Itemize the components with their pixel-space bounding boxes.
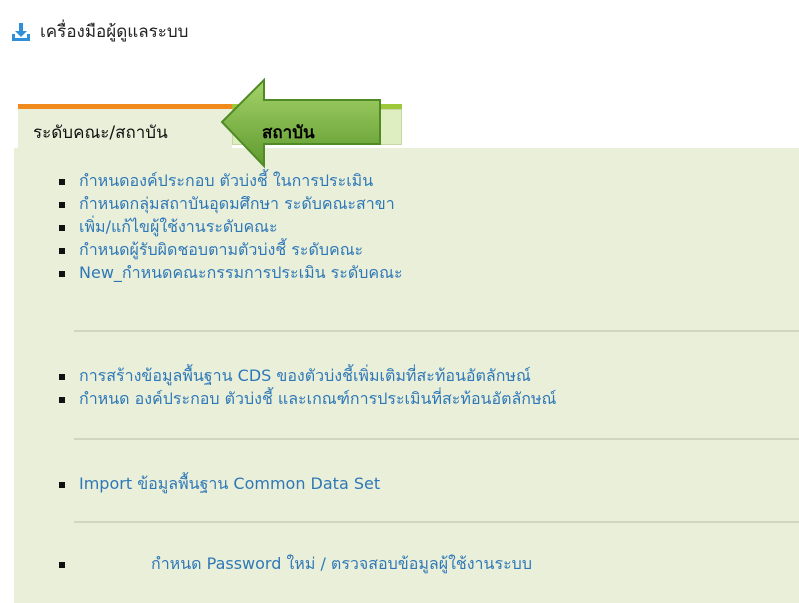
menu-link[interactable]: เพิ่ม/แก้ไขผู้ใช้งานระดับคณะ: [79, 215, 278, 240]
menu-link[interactable]: กำหนด องค์ประกอบ ตัวบ่งชี้ และเกณฑ์การปร…: [79, 387, 556, 412]
page-header: เครื่องมือผู้ดูแลระบบ: [10, 18, 188, 45]
list-item: กำหนดกลุ่มสถาบันอุดมศึกษา ระดับคณะสาขา: [59, 193, 403, 216]
list-item: กำหนดผู้รับผิดชอบตามตัวบ่งชี้ ระดับคณะ: [59, 239, 403, 262]
menu-group-4: กำหนด Password ใหม่ / ตรวจสอบข้อมูลผู้ใช…: [59, 553, 532, 576]
bullet-icon: [59, 481, 65, 488]
menu-group-2: การสร้างข้อมูลพื้นฐาน CDS ของตัวบ่งชี้เพ…: [59, 365, 556, 411]
list-item: การสร้างข้อมูลพื้นฐาน CDS ของตัวบ่งชี้เพ…: [59, 365, 556, 388]
page-title: เครื่องมือผู้ดูแลระบบ: [40, 22, 189, 42]
bullet-icon: [59, 201, 65, 208]
callout-label: สถาบัน: [262, 123, 315, 143]
list-item: เพิ่ม/แก้ไขผู้ใช้งานระดับคณะ: [59, 216, 403, 239]
menu-group-1: กำหนดองค์ประกอบ ตัวบ่งชี้ ในการประเมิน ก…: [59, 170, 403, 285]
separator: [74, 438, 799, 440]
separator: [74, 330, 799, 332]
bullet-icon: [59, 396, 65, 403]
menu-link[interactable]: Import ข้อมูลพื้นฐาน Common Data Set: [79, 472, 380, 497]
bullet-icon: [59, 178, 65, 185]
menu-group-3: Import ข้อมูลพื้นฐาน Common Data Set: [59, 473, 380, 496]
list-item: กำหนด องค์ประกอบ ตัวบ่งชี้ และเกณฑ์การปร…: [59, 388, 556, 411]
bullet-icon: [59, 270, 65, 277]
list-item: Import ข้อมูลพื้นฐาน Common Data Set: [59, 473, 380, 496]
tab-faculty-institution[interactable]: ระดับคณะ/สถาบัน: [18, 109, 232, 149]
menu-link[interactable]: กำหนดผู้รับผิดชอบตามตัวบ่งชี้ ระดับคณะ: [79, 238, 363, 263]
separator: [74, 521, 799, 523]
menu-link[interactable]: กำหนด Password ใหม่ / ตรวจสอบข้อมูลผู้ใช…: [151, 552, 532, 577]
menu-link[interactable]: กำหนดกลุ่มสถาบันอุดมศึกษา ระดับคณะสาขา: [79, 192, 395, 217]
tab-label: ระดับคณะ/สถาบัน: [33, 123, 168, 143]
bullet-icon: [59, 224, 65, 231]
bullet-icon: [59, 247, 65, 254]
bullet-icon: [59, 561, 65, 568]
menu-link[interactable]: กำหนดองค์ประกอบ ตัวบ่งชี้ ในการประเมิน: [79, 169, 373, 194]
bullet-icon: [59, 373, 65, 380]
download-icon: [12, 22, 30, 41]
menu-link[interactable]: การสร้างข้อมูลพื้นฐาน CDS ของตัวบ่งชี้เพ…: [79, 364, 531, 389]
list-item: New_กำหนดคณะกรรมการประเมิน ระดับคณะ: [59, 262, 403, 285]
list-item: กำหนด Password ใหม่ / ตรวจสอบข้อมูลผู้ใช…: [59, 553, 532, 576]
menu-panel: กำหนดองค์ประกอบ ตัวบ่งชี้ ในการประเมิน ก…: [14, 148, 799, 603]
list-item: กำหนดองค์ประกอบ ตัวบ่งชี้ ในการประเมิน: [59, 170, 403, 193]
menu-link[interactable]: New_กำหนดคณะกรรมการประเมิน ระดับคณะ: [79, 261, 403, 286]
